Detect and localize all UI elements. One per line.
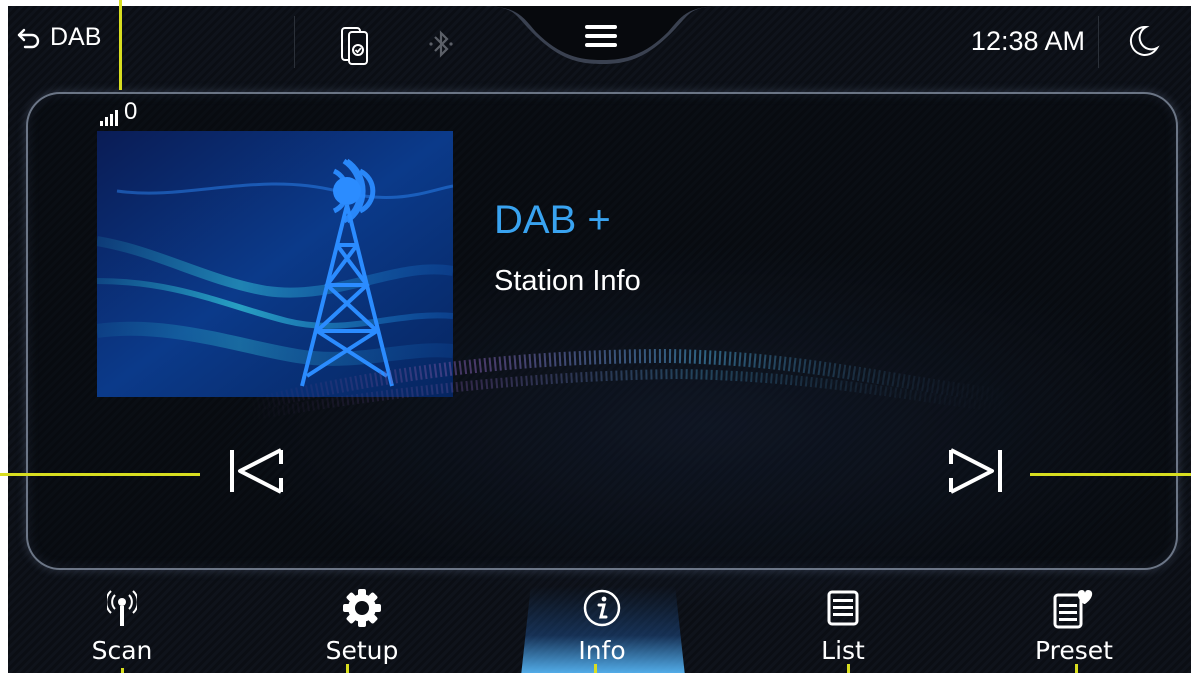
nav-info[interactable]: Info	[532, 578, 672, 673]
signal-bars-icon	[100, 110, 118, 126]
callout-line	[119, 0, 122, 90]
callout-line	[594, 664, 597, 673]
nav-label: Scan	[91, 636, 153, 665]
gear-icon	[343, 589, 381, 627]
dab-radio-screen: DAB 12:38 AM 0 DAB + Station Info Scan S…	[8, 6, 1191, 673]
station-title: DAB +	[494, 198, 611, 242]
callout-line	[847, 664, 850, 673]
callout-line	[0, 473, 200, 476]
nav-label: Info	[578, 636, 626, 665]
signal-indicator: 0	[100, 98, 137, 126]
nav-label: List	[821, 636, 865, 665]
back-label: DAB	[50, 23, 102, 51]
next-track-icon	[949, 448, 1002, 494]
phone-sync-icon[interactable]	[340, 26, 370, 68]
nav-label: Preset	[1035, 636, 1113, 665]
callout-line	[121, 668, 124, 673]
separator	[1098, 16, 1099, 68]
menu-icon[interactable]	[584, 23, 618, 49]
preset-heart-icon	[1053, 590, 1093, 629]
station-subtitle: Station Info	[494, 265, 641, 297]
nav-label: Setup	[325, 636, 399, 665]
signal-value: 0	[124, 98, 138, 125]
list-icon	[827, 590, 859, 626]
clock: 12:38 AM	[970, 26, 1085, 56]
info-icon	[583, 589, 621, 627]
back-button[interactable]: DAB	[16, 23, 101, 52]
bottom-nav: Scan Setup Info List Preset	[8, 578, 1191, 673]
scan-antenna-icon	[107, 590, 137, 626]
bluetooth-icon[interactable]	[428, 28, 454, 60]
wave-decoration	[248, 348, 1008, 421]
status-bar: DAB 12:38 AM	[8, 6, 1191, 78]
callout-line	[1030, 473, 1191, 476]
previous-track-button[interactable]	[226, 446, 286, 500]
callout-line	[1075, 664, 1078, 673]
back-arrow-icon	[17, 28, 40, 48]
separator	[294, 16, 295, 68]
nav-scan[interactable]: Scan	[52, 578, 192, 673]
next-track-button[interactable]	[946, 446, 1006, 500]
moon-icon[interactable]	[1126, 24, 1160, 58]
nav-list[interactable]: List	[773, 578, 913, 673]
nav-preset[interactable]: Preset	[1004, 578, 1144, 673]
nav-setup[interactable]: Setup	[292, 578, 432, 673]
callout-line	[346, 664, 349, 673]
previous-track-icon	[230, 448, 283, 494]
